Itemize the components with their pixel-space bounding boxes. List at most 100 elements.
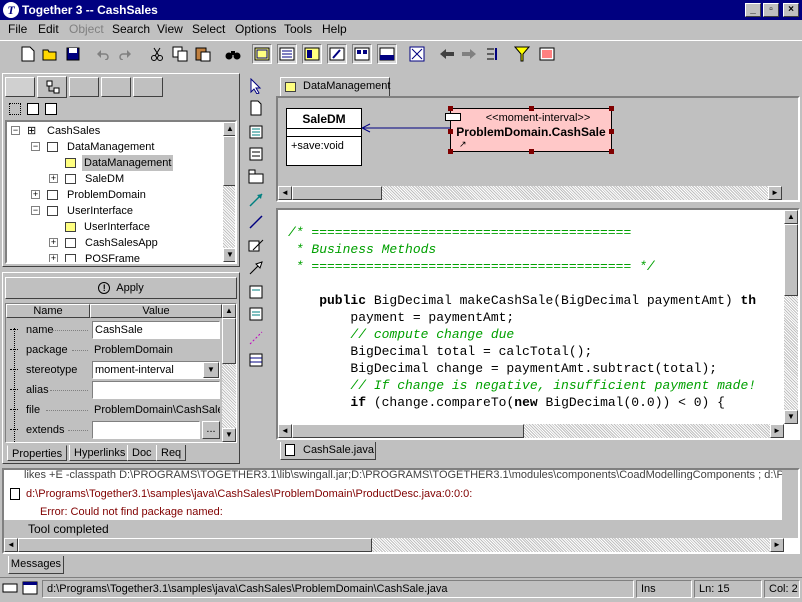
code-line-11: if (change.compareTo(new BigDecimal(0.0)…: [350, 395, 725, 410]
sort-icon[interactable]: [27, 103, 39, 115]
messages-vscrollbar[interactable]: [782, 470, 798, 538]
view-messages-icon[interactable]: [377, 44, 397, 64]
code-line-10: // If change is negative, insufficient p…: [288, 378, 757, 393]
prop-row-extends: extends ...: [6, 420, 228, 440]
navigate-icon[interactable]: [482, 44, 502, 64]
tab-hyperlinks[interactable]: Hyperlinks: [69, 445, 131, 461]
copy-icon[interactable]: [170, 44, 190, 64]
tree-scrollbar[interactable]: ▲ ▼: [223, 122, 235, 262]
menu-file[interactable]: File: [8, 20, 27, 39]
generalization-icon[interactable]: [248, 260, 264, 279]
class-saledm-name: SaleDM: [287, 109, 361, 129]
name-field[interactable]: CashSale: [92, 321, 220, 339]
component-icon[interactable]: [248, 306, 264, 325]
tab-modules-icon[interactable]: [101, 77, 131, 97]
interface-icon[interactable]: [248, 146, 264, 165]
prop-row-package: package ProblemDomain: [6, 340, 228, 360]
stereotype-select[interactable]: moment-interval ▼: [92, 361, 220, 379]
class-cashsale[interactable]: <<moment-interval>> ProblemDomain.CashSa…: [445, 106, 614, 154]
menu-view[interactable]: View: [157, 20, 183, 39]
editor-file-tab[interactable]: CashSale.java: [280, 442, 376, 460]
new-file-icon[interactable]: [18, 44, 38, 64]
editor-hscrollbar[interactable]: ◄ ►: [278, 424, 784, 438]
message-line-2[interactable]: d:\Programs\Together3.1\samples\java\Cas…: [26, 488, 472, 500]
menu-bar: File Edit Object Search View Select Opti…: [0, 20, 802, 39]
open-folder-icon[interactable]: [40, 44, 60, 64]
close-button[interactable]: ×: [783, 3, 799, 17]
paste-icon[interactable]: [193, 44, 213, 64]
save-icon[interactable]: [63, 44, 83, 64]
class-cashsale-stereotype: <<moment-interval>>: [485, 112, 591, 124]
minimize-button[interactable]: _: [745, 3, 761, 17]
view-editor-icon[interactable]: [277, 44, 297, 64]
tab-properties[interactable]: Properties: [7, 445, 68, 461]
expand-icon[interactable]: [9, 103, 21, 115]
menu-select[interactable]: Select: [192, 20, 225, 39]
refresh-icon[interactable]: [45, 103, 57, 115]
filter-icon[interactable]: [512, 44, 532, 64]
note-icon[interactable]: [248, 100, 264, 119]
cut-icon[interactable]: [147, 44, 167, 64]
col-header-value: Value: [90, 304, 222, 318]
menu-object[interactable]: Object: [69, 20, 104, 39]
menu-search[interactable]: Search: [112, 20, 150, 39]
shortcut-icon: ↗: [459, 139, 467, 149]
diagram-hscrollbar[interactable]: ◄ ►: [278, 186, 798, 200]
file-value: ProblemDomain\CashSale: [94, 404, 220, 416]
diagram-tab[interactable]: DataManagement: [280, 77, 390, 96]
menu-help[interactable]: Help: [322, 20, 347, 39]
tab-req[interactable]: Req: [156, 445, 187, 461]
association-icon[interactable]: [248, 192, 264, 211]
note-link-icon[interactable]: [248, 330, 264, 349]
tab-diagrams-icon[interactable]: [69, 77, 99, 97]
documentation-icon[interactable]: [537, 44, 557, 64]
alias-field[interactable]: [92, 381, 220, 399]
tab-model-icon[interactable]: [37, 76, 67, 98]
menu-tools[interactable]: Tools: [284, 20, 312, 39]
package-icon[interactable]: [248, 168, 264, 187]
class-icon[interactable]: [248, 124, 264, 143]
messages-pane: likes +E -classpath D:\PROGRAMS\TOGETHER…: [2, 468, 800, 554]
maximize-button[interactable]: ▫: [763, 3, 779, 17]
menu-options[interactable]: Options: [235, 20, 276, 39]
apply-button[interactable]: ! Apply: [5, 277, 237, 299]
object-icon[interactable]: [248, 284, 264, 303]
extends-browse-button[interactable]: ...: [202, 421, 220, 439]
editor-vscrollbar[interactable]: ▲ ▼: [784, 210, 798, 424]
dependency-icon[interactable]: [248, 238, 264, 257]
tab-files-icon[interactable]: [5, 77, 35, 97]
association-line[interactable]: [362, 122, 452, 134]
model-tree: ▲ ▼ − ⊞ CashSales − DataManagement DataMana…: [5, 120, 237, 264]
table-icon[interactable]: [248, 352, 264, 371]
select-arrow-icon[interactable]: [248, 77, 264, 97]
redo-icon[interactable]: [115, 44, 135, 64]
view-split-icon[interactable]: [352, 44, 372, 64]
view-diagram-icon[interactable]: [252, 44, 272, 64]
tab-doc[interactable]: Doc: [127, 445, 157, 461]
back-arrow-icon[interactable]: [437, 44, 457, 64]
fit-view-icon[interactable]: [407, 44, 427, 64]
extends-field[interactable]: [92, 421, 200, 439]
view-explorer-icon[interactable]: [302, 44, 322, 64]
code-line-2: * Business Methods: [288, 242, 437, 257]
class-saledm[interactable]: SaleDM +save:void: [286, 108, 362, 166]
view-inspector-icon[interactable]: [327, 44, 347, 64]
tab-favorites-icon[interactable]: [133, 77, 163, 97]
find-icon[interactable]: [223, 44, 243, 64]
undo-icon[interactable]: [93, 44, 113, 64]
tab-messages[interactable]: Messages: [8, 556, 64, 574]
chevron-down-icon[interactable]: ▼: [203, 362, 219, 378]
inspector-panel: ! Apply Name Value ▲ ▼ name CashSale pack…: [2, 272, 240, 464]
forward-arrow-icon[interactable]: [459, 44, 479, 64]
diagram-palette: [244, 74, 272, 464]
status-line: Ln: 15: [694, 580, 762, 598]
status-mode: Ins: [636, 580, 692, 598]
messages-hscrollbar[interactable]: ◄ ►: [4, 538, 784, 552]
status-col: Col: 2: [764, 580, 800, 598]
menu-edit[interactable]: Edit: [38, 20, 59, 39]
note-marker-icon: [445, 113, 461, 121]
title-bar: T Together 3 -- CashSales _ ▫ ×: [0, 0, 802, 20]
link-icon[interactable]: [248, 214, 264, 233]
diagram-canvas[interactable]: SaleDM +save:void <<moment-interval>> Pr…: [276, 96, 800, 202]
code-line-8: BigDecimal total = calcTotal();: [288, 344, 593, 359]
